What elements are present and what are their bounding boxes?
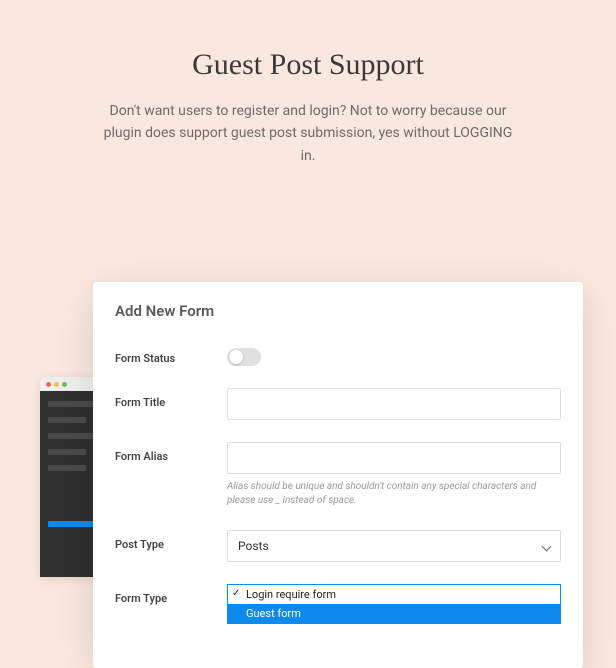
option-label: Guest form — [246, 607, 301, 620]
form-type-option-guest[interactable]: Guest form — [228, 604, 560, 623]
form-status-toggle[interactable] — [227, 348, 261, 366]
form-status-label: Form Status — [115, 344, 227, 365]
post-type-label: Post Type — [115, 530, 227, 551]
post-type-value: Posts — [227, 530, 561, 562]
add-form-modal: Add New Form Form Status Form Title Form… — [93, 282, 583, 668]
page-description: Don't want users to register and login? … — [98, 100, 518, 167]
form-type-dropdown-list: ✓ Login require form Guest form — [227, 584, 561, 624]
checkmark-icon: ✓ — [232, 588, 240, 599]
form-alias-label: Form Alias — [115, 442, 227, 463]
form-type-select[interactable]: ✓ Login require form Guest form — [227, 584, 561, 624]
form-alias-helper: Alias should be unique and shouldn't con… — [227, 480, 561, 508]
close-dot-icon — [46, 382, 51, 387]
maximize-dot-icon — [62, 382, 67, 387]
minimize-dot-icon — [54, 382, 59, 387]
page-title: Guest Post Support — [0, 48, 616, 82]
form-type-option-login[interactable]: ✓ Login require form — [228, 585, 560, 604]
modal-title: Add New Form — [115, 302, 561, 320]
toggle-knob-icon — [229, 350, 243, 364]
option-label: Login require form — [246, 588, 336, 601]
form-title-input[interactable] — [227, 388, 561, 420]
post-type-select[interactable]: Posts — [227, 530, 561, 562]
form-alias-input[interactable] — [227, 442, 561, 474]
form-type-label: Form Type — [115, 584, 227, 605]
form-title-label: Form Title — [115, 388, 227, 409]
chevron-down-icon — [543, 543, 551, 551]
